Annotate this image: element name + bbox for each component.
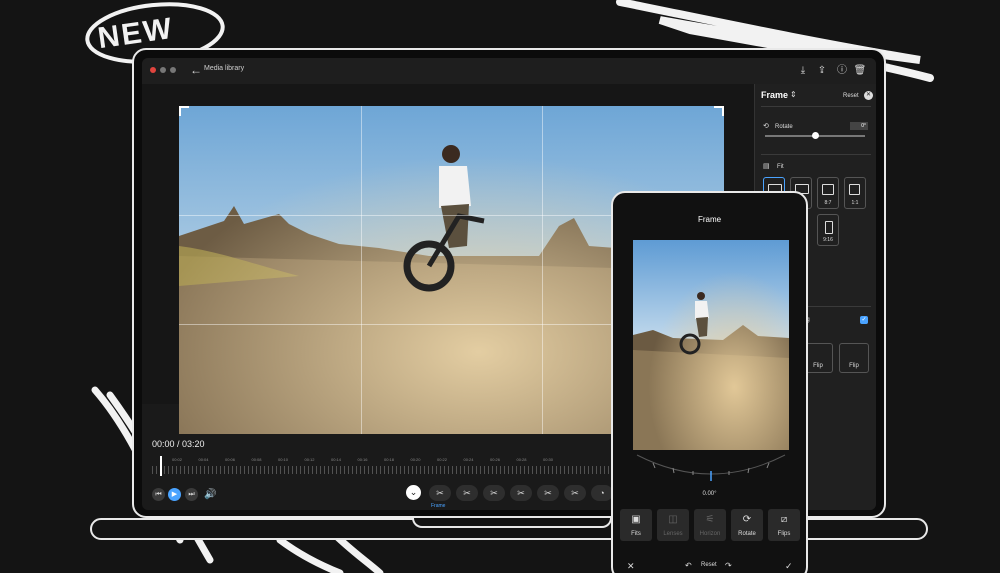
phone-title: Frame	[697, 215, 722, 224]
confirm-icon[interactable]: ✓	[785, 561, 793, 572]
timeline-tick-label: 00:14	[331, 457, 342, 462]
cut-tool-icon[interactable]: ✂	[537, 485, 559, 501]
leveling-checkbox[interactable]: ✓	[860, 316, 868, 324]
rotation-value: 0.00°	[702, 491, 717, 497]
flips-tool-button[interactable]: ⧄ Flips	[768, 509, 800, 541]
fit-icon: ▤	[763, 163, 770, 170]
timeline-tick-label: 00:04	[198, 457, 209, 462]
timeline-tick-label: 00:12	[304, 457, 315, 462]
ratio-option-9-16[interactable]: 9:16	[817, 214, 839, 246]
crop-handle-top-right[interactable]	[714, 106, 724, 116]
window-zoom-dot[interactable]	[170, 67, 176, 73]
cut-tool-icon[interactable]: ✂	[429, 485, 451, 501]
download-icon[interactable]: ⤓	[796, 64, 810, 78]
timeline-tick-label: 00:10	[278, 457, 289, 462]
window-close-dot[interactable]	[150, 67, 156, 73]
timeline-tick-label: 00:06	[225, 457, 236, 462]
grid-line	[542, 106, 543, 434]
undo-icon[interactable]: ↶	[685, 561, 692, 570]
close-icon[interactable]: ✕	[864, 91, 873, 100]
cut-tool-icon[interactable]: ✂	[510, 485, 532, 501]
timeline-tick-label: 00:26	[490, 457, 501, 462]
timeline-tick-label: 00:08	[251, 457, 262, 462]
flip-icon: ⧄	[780, 514, 788, 525]
desert-rider-image	[633, 240, 789, 450]
panel-title: Frame	[761, 90, 789, 100]
speed-tool-icon[interactable]: ◔	[591, 485, 613, 501]
timeline-tick-label: 00:30	[543, 457, 554, 462]
rotate-icon: ⟳	[742, 514, 752, 525]
rotate-value[interactable]: 0°	[850, 122, 868, 130]
divider	[761, 154, 871, 155]
reset-button[interactable]: Reset	[701, 562, 717, 568]
forward-icon[interactable]: ⏭	[185, 488, 198, 501]
rotation-dial[interactable]	[633, 453, 789, 483]
timeline-tick-label: 00:02	[172, 457, 183, 462]
media-library-link[interactable]: Media library	[204, 65, 244, 72]
ratio-option-8-7[interactable]: 8:7	[817, 177, 839, 209]
editor-topbar: ← Media library ⤓ ⇪ ⓘ 🗑	[142, 58, 876, 84]
timeline-tick-label: 00:16	[357, 457, 368, 462]
cut-tool-icon[interactable]: ✂	[483, 485, 505, 501]
ratio-option-1-1[interactable]: 1:1	[844, 177, 866, 209]
back-arrow-icon[interactable]: ←	[190, 63, 202, 77]
phone-frame: Frame 0.00° ▣ Fits ◫ Lenses ⚟ Horizon ⟳ …	[611, 191, 808, 573]
crop-handle-top-left[interactable]	[179, 106, 189, 116]
timeline-tick-label: 00:24	[463, 457, 474, 462]
timeline-tick-label: 00:18	[384, 457, 395, 462]
title-dropdown-icon[interactable]: ⇕	[790, 90, 797, 99]
rewind-icon[interactable]: ⏮	[152, 488, 165, 501]
rotate-slider-thumb[interactable]	[812, 132, 819, 139]
fits-icon: ▣	[631, 514, 641, 525]
frame-tool-label: Frame	[431, 503, 446, 509]
share-icon[interactable]: ⇪	[815, 64, 829, 78]
redo-icon[interactable]: ↷	[725, 561, 732, 570]
lens-icon: ◫	[668, 514, 678, 525]
trash-icon[interactable]: 🗑	[853, 64, 867, 78]
rotate-icon: ⟲	[763, 123, 769, 130]
volume-icon[interactable]: 🔊	[204, 488, 217, 501]
fits-tool-button[interactable]: ▣ Fits	[620, 509, 652, 541]
playhead[interactable]	[160, 456, 162, 476]
info-icon[interactable]: ⓘ	[835, 64, 849, 78]
panel-reset-button[interactable]: Reset	[843, 93, 859, 99]
timeline-tick-label: 00:28	[516, 457, 527, 462]
lenses-tool-button[interactable]: ◫ Lenses	[657, 509, 689, 541]
horizon-tool-button[interactable]: ⚟ Horizon	[694, 509, 726, 541]
divider	[761, 106, 871, 107]
cut-tool-icon[interactable]: ✂	[456, 485, 478, 501]
window-minimize-dot[interactable]	[160, 67, 166, 73]
cancel-icon[interactable]: ✕	[627, 561, 635, 572]
timecode: 00:00 / 03:20	[152, 439, 205, 449]
timeline-tick-label: 00:20	[410, 457, 421, 462]
play-icon[interactable]: ▶	[168, 488, 181, 501]
flip-vertical-button[interactable]: Flip	[839, 343, 869, 373]
timeline-tick-label: 00:22	[437, 457, 448, 462]
cut-tool-icon[interactable]: ✂	[564, 485, 586, 501]
grid-line	[361, 106, 362, 434]
phone-video-frame[interactable]	[633, 240, 789, 450]
frame-tool-icon[interactable]: ⌄	[406, 485, 421, 500]
phone-bottom-bar: ✕ ↶ Reset ↷ ✓	[613, 559, 806, 573]
horizon-icon: ⚟	[705, 514, 715, 525]
fit-label: Fit	[777, 164, 784, 170]
rotate-label: Rotate	[775, 124, 793, 130]
rotate-tool-button[interactable]: ⟳ Rotate	[731, 509, 763, 541]
